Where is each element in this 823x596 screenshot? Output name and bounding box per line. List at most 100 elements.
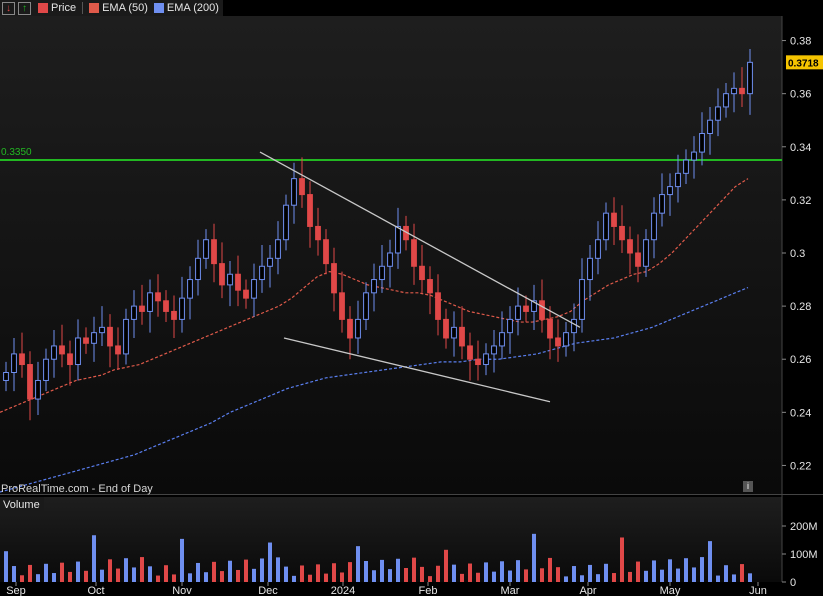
volume-bar <box>268 542 272 582</box>
volume-bar <box>708 541 712 582</box>
candle-body <box>203 239 209 259</box>
volume-bar <box>372 570 376 582</box>
candle-body <box>123 318 129 355</box>
candle-body <box>459 326 465 347</box>
volume-bar <box>52 573 56 582</box>
volume-bar <box>324 573 328 582</box>
candle-body <box>331 263 337 294</box>
candle-body <box>323 239 329 265</box>
candle-body <box>603 212 609 241</box>
down-arrow-icon[interactable]: ↓ <box>2 1 15 15</box>
x-tick-label: Mar <box>501 585 520 596</box>
volume-bar <box>572 566 576 582</box>
candle-body <box>539 300 545 320</box>
candle-body <box>267 257 273 267</box>
volume-bar <box>516 560 520 582</box>
candle-body <box>747 61 753 95</box>
candle-body <box>611 212 617 227</box>
volume-bar <box>740 564 744 582</box>
x-tick-label: 2024 <box>331 585 355 596</box>
y-tick-label: 0.28 <box>790 301 811 313</box>
candle-body <box>387 252 393 267</box>
volume-bar <box>548 557 552 582</box>
candle-body <box>27 364 33 400</box>
volume-bar <box>84 570 88 582</box>
candle-body <box>395 225 401 254</box>
volume-bar <box>12 566 16 582</box>
volume-bar <box>748 573 752 582</box>
candle-body <box>595 239 601 259</box>
volume-bar <box>148 566 152 582</box>
candle-body <box>443 318 449 339</box>
up-arrow-icon[interactable]: ↑ <box>18 1 31 15</box>
y-tick-label: 0.34 <box>790 142 811 154</box>
candle-body <box>211 239 217 265</box>
volume-bar <box>412 557 416 582</box>
volume-bar <box>716 575 720 582</box>
candle-body <box>739 87 745 95</box>
volume-bar <box>404 568 408 582</box>
volume-bar <box>116 568 120 582</box>
candle-body <box>155 292 161 302</box>
candle-body <box>115 345 121 355</box>
volume-bar <box>628 571 632 582</box>
candle-body <box>627 239 633 254</box>
legend-volume[interactable]: Volume <box>3 499 40 511</box>
candle-body <box>67 353 73 366</box>
candle-body <box>227 273 233 286</box>
price-swatch <box>38 3 48 13</box>
volume-bar <box>484 562 488 582</box>
volume-bar <box>316 564 320 582</box>
volume-bar <box>260 558 264 582</box>
volume-bar <box>380 559 384 582</box>
watermark: ProRealTime.com - End of Day <box>1 483 153 495</box>
volume-bar <box>92 535 96 582</box>
candle-body <box>363 292 369 320</box>
candle-body <box>59 345 65 355</box>
legend-ema50[interactable]: EMA (50) <box>102 2 148 14</box>
candle-body <box>379 265 385 281</box>
volume-bar <box>668 559 672 582</box>
level-label: 0.3350 <box>1 147 32 158</box>
volume-bar <box>100 569 104 582</box>
candle-body <box>619 225 625 241</box>
legend-ema200[interactable]: EMA (200) <box>167 2 223 14</box>
candle-body <box>707 119 713 134</box>
volume-bar <box>500 561 504 582</box>
candle-body <box>715 106 721 121</box>
candle-body <box>683 159 689 174</box>
volume-bar <box>596 574 600 582</box>
volume-bar <box>636 561 640 582</box>
info-icon[interactable]: i <box>743 481 753 492</box>
volume-bar <box>220 571 224 582</box>
volume-bar <box>156 575 160 582</box>
volume-bar <box>508 570 512 582</box>
x-tick-label: Jun <box>749 585 767 596</box>
volume-bar <box>444 549 448 582</box>
candle-body <box>43 358 49 381</box>
x-tick-label: May <box>660 585 681 596</box>
candle-body <box>483 353 489 366</box>
candle-body <box>691 151 697 161</box>
volume-bar <box>692 567 696 582</box>
volume-bar <box>236 569 240 582</box>
candle-body <box>675 172 681 188</box>
volume-bar <box>300 565 304 582</box>
ema200-swatch <box>153 3 164 13</box>
candle-body <box>131 305 137 320</box>
candle-body <box>451 326 457 339</box>
candle-body <box>139 305 145 312</box>
y-tick-label: 0.24 <box>790 407 811 419</box>
volume-bar <box>164 565 168 582</box>
y-tick-label: 0.22 <box>790 460 811 472</box>
candle-body <box>635 252 641 267</box>
y-tick-label: 0.3 <box>790 248 805 260</box>
legend-price[interactable]: Price <box>51 2 76 14</box>
candle-body <box>491 345 497 355</box>
candle-body <box>347 318 353 339</box>
volume-bar <box>420 566 424 582</box>
candle-body <box>507 318 513 334</box>
volume-bar <box>660 569 664 582</box>
candle-body <box>499 332 505 347</box>
candle-body <box>587 257 593 281</box>
